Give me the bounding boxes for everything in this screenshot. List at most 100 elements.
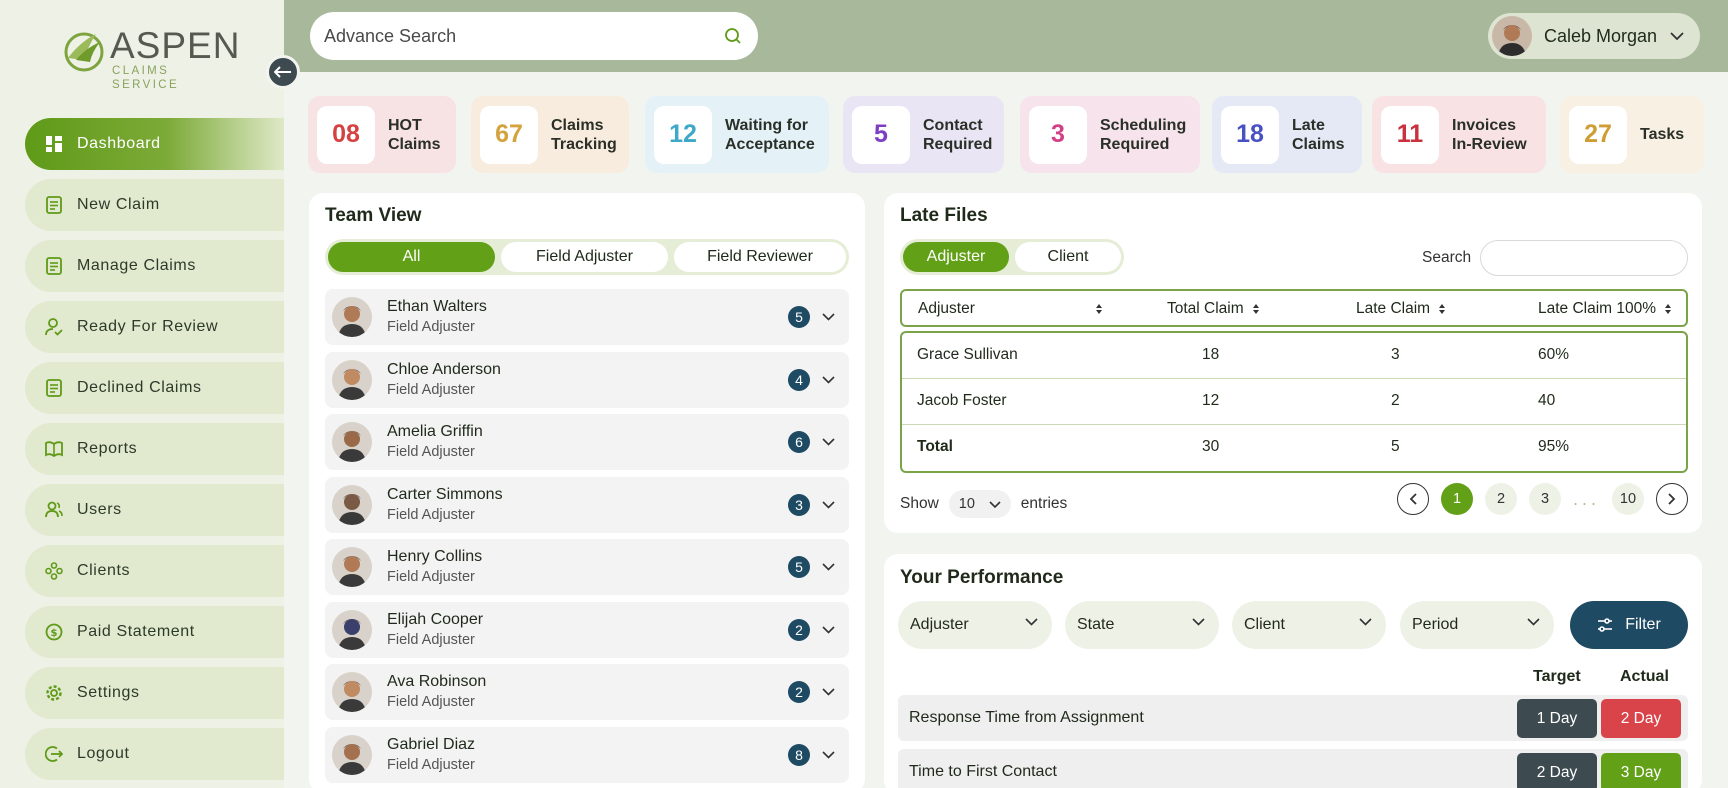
team-member-row[interactable]: Ava Robinson Field Adjuster 2	[325, 664, 849, 720]
stat-card-scheduling-required[interactable]: 3 Scheduling Required	[1020, 96, 1200, 173]
avatar	[332, 672, 372, 712]
sidebar-item-label: Users	[77, 501, 122, 518]
stat-card-contact-required[interactable]: 5 Contact Required	[843, 96, 1004, 173]
avatar	[332, 359, 372, 400]
member-info: Henry Collins Field Adjuster	[387, 547, 788, 587]
late-files-table-body: Grace Sullivan 18 3 60% Jacob Foster 12 …	[900, 331, 1688, 473]
cell-late-claim-percent: 40	[1538, 392, 1556, 409]
search-icon[interactable]	[724, 27, 742, 45]
team-member-row[interactable]: Gabriel Diaz Field Adjuster 8	[325, 726, 849, 783]
chevron-down-icon[interactable]	[822, 625, 835, 634]
table-row[interactable]: Grace Sullivan 18 3 60%	[902, 333, 1686, 379]
page-button-2[interactable]: 2	[1484, 483, 1517, 515]
stat-card-late-claims[interactable]: 18 Late Claims	[1212, 96, 1362, 173]
avatar	[332, 484, 372, 525]
tab-field-adjuster[interactable]: Field Adjuster	[501, 242, 668, 272]
filter-period-select[interactable]: Period	[1400, 601, 1554, 649]
tab-field-reviewer[interactable]: Field Reviewer	[674, 242, 846, 272]
tab-all[interactable]: All	[328, 242, 495, 272]
team-member-row[interactable]: Amelia Griffin Field Adjuster 6	[325, 414, 849, 470]
column-header-late-claim[interactable]: Late Claim	[1356, 300, 1446, 318]
team-member-row[interactable]: Henry Collins Field Adjuster 5	[325, 539, 849, 595]
member-role: Field Adjuster	[387, 756, 475, 773]
column-header-adjuster[interactable]: Adjuster	[918, 300, 1103, 318]
stat-label: Scheduling Required	[1100, 116, 1187, 153]
stat-card-tasks[interactable]: 27 Tasks	[1560, 96, 1704, 173]
member-name: Ethan Walters	[387, 298, 487, 315]
claim-count-badge: 6	[788, 431, 810, 453]
filter-button[interactable]: Filter	[1570, 601, 1688, 649]
document-icon	[45, 257, 63, 275]
team-member-row[interactable]: Chloe Anderson Field Adjuster 4	[325, 351, 849, 408]
sidebar-item-ready-for-review[interactable]: Ready For Review	[25, 301, 284, 353]
chevron-down-icon[interactable]	[822, 750, 835, 759]
search-input[interactable]	[324, 25, 724, 47]
chevron-down-icon[interactable]	[822, 313, 835, 321]
filter-client-select[interactable]: Client	[1232, 601, 1386, 649]
page-button-10[interactable]: 10	[1612, 483, 1644, 515]
sidebar-item-users[interactable]: Users	[25, 484, 284, 536]
stat-card-claims-tracking[interactable]: 67 Claims Tracking	[471, 96, 629, 173]
page-button-3[interactable]: 3	[1528, 483, 1561, 515]
metric-row: Time to First Contact 2 Day 3 Day	[898, 749, 1688, 788]
member-role: Field Adjuster	[387, 319, 475, 335]
sidebar-item-label: New Claim	[77, 196, 160, 213]
sidebar-item-reports[interactable]: Reports	[25, 423, 284, 475]
entries-label: entries	[1020, 495, 1068, 512]
stat-card-invoices-in-review[interactable]: 11 Invoices In-Review	[1372, 96, 1546, 173]
user-menu[interactable]: Caleb Morgan	[1488, 13, 1700, 59]
late-files-search-input[interactable]	[1480, 240, 1688, 276]
member-info: Carter Simmons Field Adjuster	[387, 485, 788, 525]
entries-select[interactable]: 10	[948, 490, 1011, 518]
tab-client[interactable]: Client	[1015, 242, 1121, 272]
late-files-tabs: Adjuster Client	[900, 239, 1124, 275]
performance-panel: Your Performance Adjuster State Client P…	[884, 554, 1702, 788]
filter-state-select[interactable]: State	[1065, 601, 1219, 649]
sidebar-item-settings[interactable]: Settings	[25, 667, 284, 719]
sidebar-item-clients[interactable]: Clients	[25, 545, 284, 597]
stat-card-hot-claims[interactable]: 08 HOT Claims	[308, 96, 456, 173]
stat-value: 12	[654, 105, 712, 164]
prev-page-button[interactable]	[1396, 483, 1429, 515]
column-header-total-claim[interactable]: Total Claim	[1167, 300, 1260, 318]
chevron-down-icon	[989, 500, 1001, 508]
logo-title: ASPEN	[110, 25, 241, 66]
sidebar-item-label: Ready For Review	[77, 318, 219, 335]
sidebar-item-new-claim[interactable]: New Claim	[25, 179, 284, 231]
sidebar-item-label: Dashboard	[77, 135, 161, 152]
tab-adjuster[interactable]: Adjuster	[903, 242, 1009, 272]
stat-card-waiting-for-acceptance[interactable]: 12 Waiting for Acceptance	[645, 96, 829, 173]
sidebar-item-declined-claims[interactable]: Declined Claims	[25, 362, 284, 414]
logo-subtitle: CLAIMS SERVICE	[112, 65, 180, 91]
page-button-1[interactable]: 1	[1440, 483, 1473, 515]
claim-count-badge: 2	[788, 618, 810, 641]
chevron-down-icon[interactable]	[822, 438, 835, 446]
team-member-row[interactable]: Elijah Cooper Field Adjuster 2	[325, 601, 849, 658]
stat-label: Contact Required	[923, 116, 993, 153]
team-member-row[interactable]: Ethan Walters Field Adjuster 5	[325, 289, 849, 345]
sidebar-item-label: Settings	[77, 684, 140, 701]
chevron-down-icon[interactable]	[822, 563, 835, 571]
collapse-sidebar-button[interactable]	[266, 55, 300, 89]
sidebar-item-manage-claims[interactable]: Manage Claims	[25, 240, 284, 292]
chevron-down-icon[interactable]	[822, 375, 835, 384]
table-row[interactable]: Jacob Foster 12 2 40	[902, 379, 1686, 425]
sidebar-item-label: Paid Statement	[77, 623, 195, 640]
sort-icon	[1665, 304, 1672, 314]
sidebar-item-logout[interactable]: Logout	[25, 728, 284, 780]
chevron-down-icon[interactable]	[822, 688, 835, 696]
column-header-late-claim-percent[interactable]: Late Claim 100%	[1538, 300, 1672, 318]
stat-value: 27	[1569, 105, 1627, 164]
sidebar-item-paid-statement[interactable]: $ Paid Statement	[25, 606, 284, 658]
chevron-down-icon[interactable]	[822, 500, 835, 509]
filter-adjuster-select[interactable]: Adjuster	[898, 601, 1052, 649]
pagination: 1 2 3 ... 10	[1396, 483, 1688, 515]
member-role: Field Adjuster	[387, 506, 475, 523]
team-member-row[interactable]: Carter Simmons Field Adjuster 3	[325, 476, 849, 533]
next-page-button[interactable]	[1656, 483, 1688, 515]
sidebar-item-label: Manage Claims	[77, 257, 196, 274]
sidebar-item-label: Logout	[77, 745, 130, 762]
late-files-table-header: Adjuster Total Claim Late Claim Late Cla…	[900, 289, 1688, 327]
sidebar-item-dashboard[interactable]: Dashboard	[25, 118, 284, 170]
stat-label: Claims Tracking	[551, 116, 617, 153]
